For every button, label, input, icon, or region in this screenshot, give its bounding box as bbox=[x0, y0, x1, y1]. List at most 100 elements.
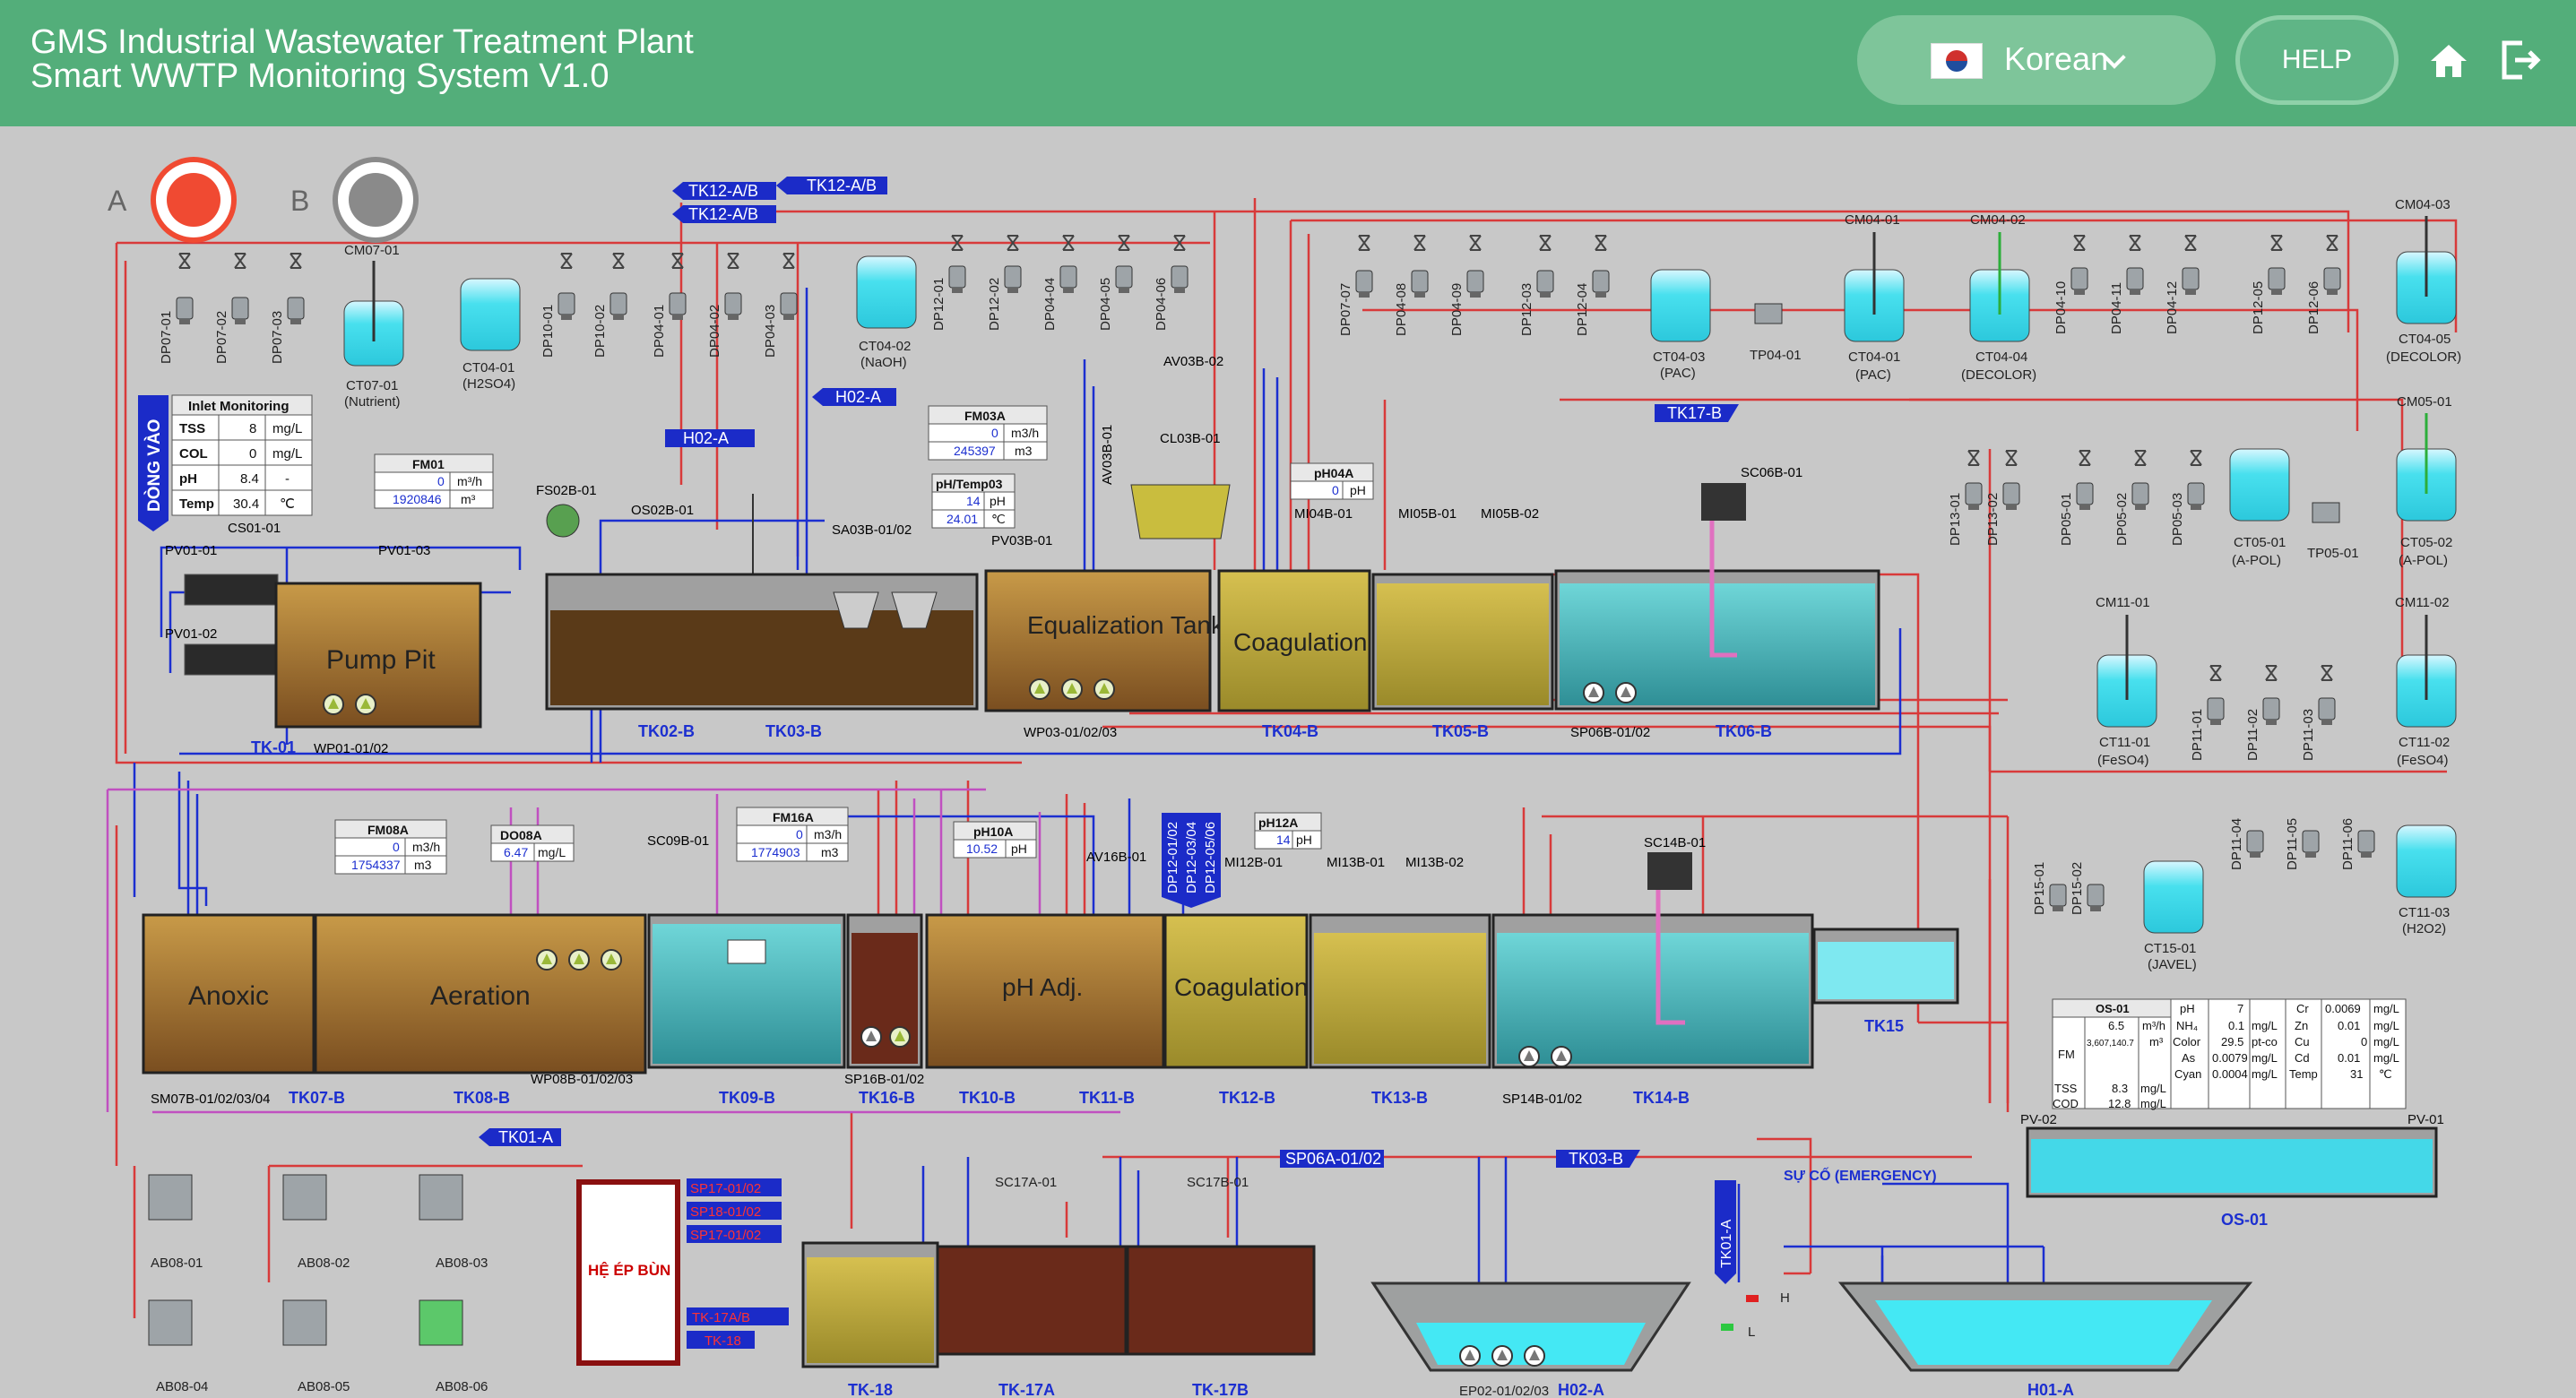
meter-fm03a: FM03A 0 m3/h 245397 m3 bbox=[928, 405, 1048, 461]
svg-text:TK15: TK15 bbox=[1864, 1017, 1904, 1035]
svg-text:3,607,140.7: 3,607,140.7 bbox=[2087, 1039, 2134, 1048]
svg-text:14: 14 bbox=[966, 494, 981, 508]
svg-text:(NaOH): (NaOH) bbox=[860, 355, 907, 370]
chem-tank-ct04-01-pac: CM04-01 CT04-01 (PAC) bbox=[1844, 212, 1905, 383]
svg-text:DP12-04: DP12-04 bbox=[1575, 283, 1590, 336]
dp05-group: DP05-01 DP05-02 DP05-03 bbox=[2059, 450, 2205, 546]
svg-text:DP11-02: DP11-02 bbox=[2245, 709, 2260, 761]
svg-text:COL: COL bbox=[179, 446, 208, 462]
pit-h02a: EP02-01/02/03 H02-A H L bbox=[1370, 1282, 1790, 1398]
chem-tank-ct11-01-feso4: CM11-01 CT11-01 (FeSO4) bbox=[2096, 595, 2157, 768]
meter-ph04a: pH04A 0 pH bbox=[1290, 462, 1374, 500]
svg-text:AB08-03: AB08-03 bbox=[436, 1256, 488, 1271]
svg-text:DP12-03: DP12-03 bbox=[1519, 283, 1534, 336]
language-selector[interactable]: Korean bbox=[1857, 15, 2216, 105]
svg-text:0.1: 0.1 bbox=[2228, 1019, 2244, 1032]
svg-text:mg/L: mg/L bbox=[538, 845, 566, 859]
svg-text:DP10-02: DP10-02 bbox=[592, 305, 608, 358]
svg-text:CS01-01: CS01-01 bbox=[228, 521, 281, 536]
svg-text:DP04-03: DP04-03 bbox=[763, 305, 778, 358]
svg-text:℃: ℃ bbox=[280, 496, 295, 512]
chem-tank-ct11-02-feso4: CM11-02 CT11-02 (FeSO4) bbox=[2395, 595, 2457, 768]
svg-text:TK12-A/B: TK12-A/B bbox=[688, 205, 758, 223]
svg-text:(Nutrient): (Nutrient) bbox=[344, 394, 401, 410]
svg-text:245397: 245397 bbox=[954, 444, 996, 458]
svg-text:TK06-B: TK06-B bbox=[1716, 722, 1772, 740]
home-icon[interactable] bbox=[2427, 39, 2470, 82]
svg-text:TK07-B: TK07-B bbox=[289, 1089, 345, 1107]
svg-text:CT04-05: CT04-05 bbox=[2399, 332, 2451, 347]
svg-text:TK17-B: TK17-B bbox=[1667, 404, 1722, 422]
svg-text:mg/L: mg/L bbox=[2373, 1035, 2399, 1048]
svg-text:PV01-01: PV01-01 bbox=[165, 543, 217, 558]
svg-text:6.47: 6.47 bbox=[504, 845, 528, 859]
svg-text:MI13B-01: MI13B-01 bbox=[1327, 855, 1385, 870]
svg-text:CT04-04: CT04-04 bbox=[1975, 350, 2027, 365]
svg-text:PV-02: PV-02 bbox=[2020, 1112, 2057, 1127]
svg-text:DP04-10: DP04-10 bbox=[2053, 281, 2069, 334]
svg-text:OS-01: OS-01 bbox=[2221, 1211, 2268, 1229]
meter-ph12a: pH12A 14 pH bbox=[1254, 812, 1322, 850]
flag-h02a-1: H02-A bbox=[812, 388, 896, 406]
svg-text:(DECOLOR): (DECOLOR) bbox=[1961, 367, 2036, 383]
svg-text:TK05-B: TK05-B bbox=[1432, 722, 1489, 740]
svg-text:PV01-03: PV01-03 bbox=[378, 543, 430, 558]
svg-text:TSS: TSS bbox=[179, 421, 205, 436]
svg-text:PV-01: PV-01 bbox=[2407, 1112, 2444, 1127]
svg-text:TK12-B: TK12-B bbox=[1219, 1089, 1275, 1107]
svg-text:(PAC): (PAC) bbox=[1855, 367, 1891, 383]
svg-text:DP04-05: DP04-05 bbox=[1098, 278, 1113, 331]
svg-text:SP17-01/02: SP17-01/02 bbox=[690, 1228, 761, 1243]
svg-text:TK01-A: TK01-A bbox=[498, 1128, 553, 1146]
air-blowers: AB08-01 AB08-02 AB08-03 AB08-04 AB08-05 … bbox=[148, 1174, 488, 1394]
svg-text:H02-A: H02-A bbox=[1558, 1381, 1604, 1398]
svg-text:pH: pH bbox=[2180, 1002, 2195, 1015]
svg-text:AB08-01: AB08-01 bbox=[151, 1256, 203, 1271]
tank-pump-pit: Pump Pit TK-01 WP01-01/02 bbox=[251, 582, 482, 756]
flag-tk12ab-1: TK12-A/B bbox=[776, 177, 887, 194]
svg-text:mg/L: mg/L bbox=[2252, 1051, 2278, 1065]
svg-text:TK16-B: TK16-B bbox=[859, 1089, 915, 1107]
svg-text:mg/L: mg/L bbox=[272, 421, 302, 436]
svg-text:mg/L: mg/L bbox=[2373, 1002, 2399, 1015]
svg-text:As: As bbox=[2182, 1051, 2196, 1065]
dp13-group: DP13-01 DP13-02 bbox=[1948, 450, 2020, 546]
svg-text:m³/h: m³/h bbox=[457, 474, 482, 488]
svg-text:MI05B-01: MI05B-01 bbox=[1398, 506, 1457, 522]
svg-text:TK03-B: TK03-B bbox=[765, 722, 822, 740]
svg-text:31: 31 bbox=[2350, 1067, 2363, 1081]
svg-text:CT07-01: CT07-01 bbox=[346, 378, 398, 393]
svg-text:TK02-B: TK02-B bbox=[638, 722, 695, 740]
svg-text:℃: ℃ bbox=[2379, 1067, 2392, 1081]
svg-text:Cu: Cu bbox=[2295, 1035, 2310, 1048]
meter-phtemp03: pH/Temp03 14 pH 24.01 ℃ bbox=[931, 473, 1016, 529]
svg-text:(JAVEL): (JAVEL) bbox=[2148, 957, 2197, 972]
svg-text:10.52: 10.52 bbox=[966, 841, 998, 856]
svg-text:TK13-B: TK13-B bbox=[1371, 1089, 1428, 1107]
svg-text:EP02-01/02/03: EP02-01/02/03 bbox=[1459, 1384, 1549, 1398]
svg-text:TK11-B: TK11-B bbox=[1079, 1089, 1135, 1107]
svg-text:CM07-01: CM07-01 bbox=[344, 243, 400, 258]
svg-text:Cyan: Cyan bbox=[2174, 1067, 2201, 1081]
svg-text:0: 0 bbox=[437, 474, 445, 488]
language-label: Korean bbox=[2004, 40, 2109, 77]
svg-text:TK08-B: TK08-B bbox=[454, 1089, 510, 1107]
svg-text:CM11-02: CM11-02 bbox=[2395, 595, 2450, 610]
svg-text:CM04-02: CM04-02 bbox=[1970, 212, 2026, 228]
transfer-pumps: TP04-01 TP05-01 bbox=[1750, 303, 2359, 561]
svg-text:m³: m³ bbox=[2149, 1035, 2164, 1048]
tank-aeration: Aeration TK08-B WP08B-01/02/03 bbox=[314, 913, 647, 1107]
dp12c-group: DP12-05 DP12-06 bbox=[2251, 235, 2341, 334]
help-button[interactable]: HELP bbox=[2235, 15, 2399, 105]
selector-a-indicator bbox=[167, 173, 220, 227]
blower-ab08-02: AB08-02 bbox=[282, 1174, 350, 1271]
svg-text:FS02B-01: FS02B-01 bbox=[536, 483, 597, 498]
svg-text:Anoxic: Anoxic bbox=[188, 981, 269, 1011]
logout-icon[interactable] bbox=[2497, 38, 2542, 82]
dp15-group: DP15-01 DP15-02 bbox=[2032, 862, 2105, 915]
blower-ab08-03: AB08-03 bbox=[419, 1174, 488, 1271]
svg-text:CT05-02: CT05-02 bbox=[2400, 535, 2452, 550]
svg-text:DP04-06: DP04-06 bbox=[1154, 278, 1169, 331]
inlet-side-label: DÒNG VÀO bbox=[144, 419, 164, 512]
svg-text:AB08-04: AB08-04 bbox=[156, 1379, 208, 1394]
